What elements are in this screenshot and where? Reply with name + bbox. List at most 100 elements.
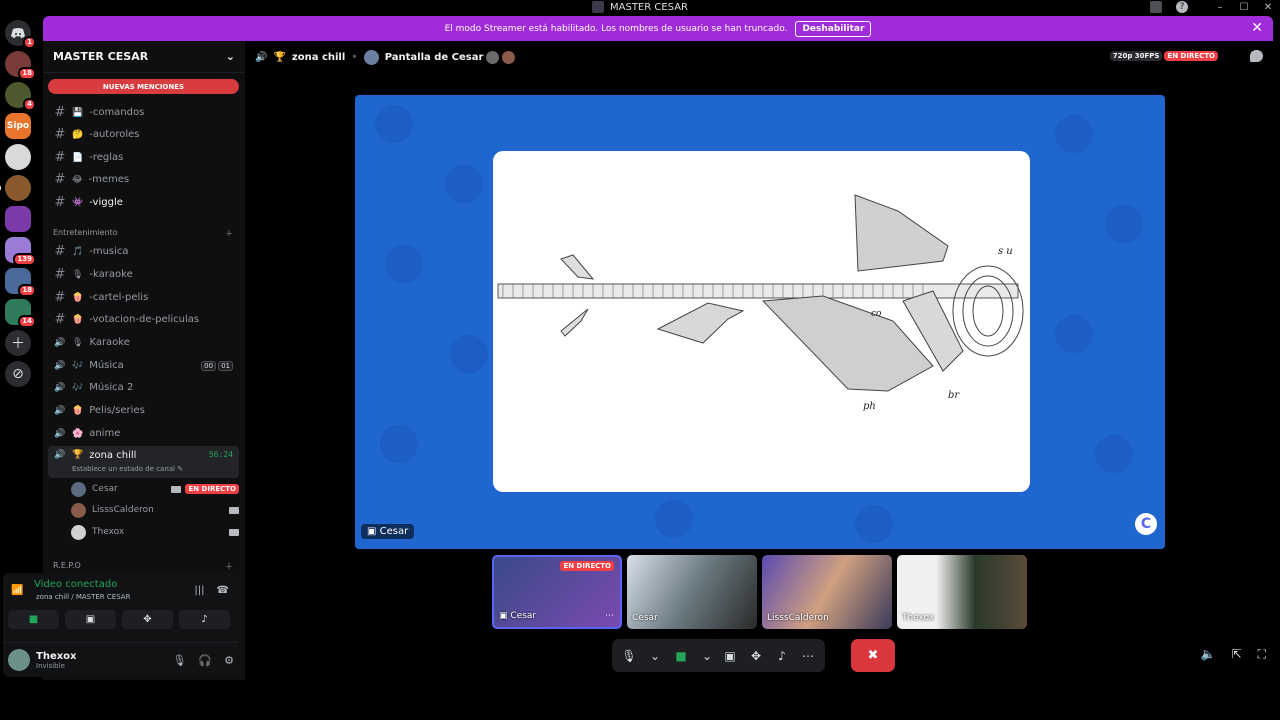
channel-item[interactable]: # 💾 -comandos xyxy=(48,102,239,123)
channel-emoji: 🎵 xyxy=(72,246,84,257)
discover-icon[interactable]: ⊘ xyxy=(5,361,31,387)
server-icon[interactable] xyxy=(0,175,31,201)
leave-call-button[interactable]: ✖ xyxy=(851,639,895,672)
screen-title: Pantalla de Cesar xyxy=(384,51,484,63)
voice-channel-item[interactable]: 🔊 🎶 Música 00 01 xyxy=(48,355,239,376)
channel-status-hint[interactable]: Establece un estado de canal ✎ xyxy=(72,465,183,473)
microphone-button[interactable]: 🎙 xyxy=(618,649,640,663)
headphones-icon[interactable]: 🎧 xyxy=(198,654,212,667)
server-icon[interactable]: Sipo xyxy=(5,113,31,139)
chat-icon[interactable] xyxy=(1250,50,1263,62)
activities-button[interactable]: ✥ xyxy=(745,649,767,663)
active-voice-channel[interactable]: 🔊 🏆 zona chill 56:24 xyxy=(48,446,239,478)
participant-name: Cesar xyxy=(632,613,658,623)
server-icon[interactable]: 18 xyxy=(5,51,36,80)
screen-share-button[interactable]: ▣ xyxy=(719,649,741,663)
server-icon[interactable]: 18 xyxy=(5,268,36,297)
add-server-icon[interactable]: ＋ xyxy=(5,330,31,356)
soundboard-button[interactable]: ♪ xyxy=(771,649,793,663)
minimize-icon[interactable]: – xyxy=(1208,2,1232,13)
voice-channel-item[interactable]: 🔊 🌸 anime xyxy=(48,423,239,444)
server-icon[interactable]: 139 xyxy=(5,237,36,266)
participant-name: ▣ Cesar xyxy=(499,611,537,621)
more-icon[interactable]: ⋯ xyxy=(605,611,614,621)
screen-share-button[interactable]: ▣ xyxy=(65,610,116,629)
server-icon[interactable]: 4 xyxy=(5,82,36,111)
channel-item[interactable]: # 🎵 -musica xyxy=(48,241,239,262)
participant-tile[interactable]: EN DIRECTO ▣ Cesar ⋯ xyxy=(492,555,622,629)
voice-user[interactable]: Cesar EN DIRECTO xyxy=(71,479,239,499)
channel-item[interactable]: # 🍿 -cartel-pelis xyxy=(48,287,239,308)
background-pattern xyxy=(655,500,693,538)
channel-label: -reglas xyxy=(89,152,124,163)
avatar xyxy=(71,524,86,540)
background-pattern xyxy=(450,335,488,373)
disable-streamer-button[interactable]: Deshabilitar xyxy=(795,20,872,37)
mic-icon[interactable]: 🎙 xyxy=(172,654,186,667)
channel-item[interactable]: # 📄 -reglas xyxy=(48,147,239,168)
voice-user[interactable]: Thexox xyxy=(71,522,239,542)
camera-icon xyxy=(171,485,182,493)
channel-item[interactable]: # 👾 -viggle xyxy=(48,192,239,213)
server-icon[interactable] xyxy=(5,144,31,170)
channel-item[interactable]: # 🤔 -autoroles xyxy=(48,124,239,145)
voice-channel-item[interactable]: 🔊 🎙 Karaoke xyxy=(48,332,239,353)
participant-tile[interactable]: Thexox xyxy=(897,555,1027,629)
svg-text:co: co xyxy=(871,309,882,319)
participant-name: LisssCalderon xyxy=(767,613,829,623)
participant-tile[interactable]: Cesar xyxy=(627,555,757,629)
hash-icon: # xyxy=(54,105,66,120)
voice-channel-item[interactable]: 🔊 🍿 Pelis/series xyxy=(48,400,239,421)
chevron-down-icon[interactable]: ⌄ xyxy=(644,649,666,663)
background-pattern xyxy=(380,425,418,463)
signal-icon[interactable]: 📶 xyxy=(11,585,25,599)
noise-suppression-icon[interactable]: ||| xyxy=(194,585,204,596)
participant-tile[interactable]: LisssCalderon xyxy=(762,555,892,629)
gear-icon[interactable]: ⚙ xyxy=(224,654,234,667)
channel-emoji: 💾 xyxy=(72,107,84,118)
channel-item[interactable]: # 😂 -memes xyxy=(48,169,239,190)
home-button[interactable]: 1 xyxy=(5,20,36,49)
inbox-icon[interactable] xyxy=(1150,1,1162,13)
new-mentions-pill[interactable]: NUEVAS MENCIONES xyxy=(48,79,239,94)
activities-button[interactable]: ✥ xyxy=(122,610,173,629)
category-entretenimiento[interactable]: Entretenimiento ＋ xyxy=(53,228,233,239)
camera-button[interactable]: ■ xyxy=(8,610,59,629)
more-options-button[interactable]: ⋯ xyxy=(797,649,819,663)
voice-channel-item[interactable]: 🔊 🎶 Música 2 xyxy=(48,377,239,398)
close-window-icon[interactable]: ✕ xyxy=(1256,2,1280,13)
background-pattern xyxy=(385,245,423,283)
disconnect-icon[interactable]: ☎ xyxy=(217,585,229,596)
channel-emoji: 📄 xyxy=(72,152,84,163)
speaker-icon: 🔊 xyxy=(54,337,66,348)
voice-user[interactable]: LisssCalderon xyxy=(71,500,239,520)
volume-icon[interactable]: 🔈 xyxy=(1201,647,1216,662)
category-repo[interactable]: R.E.P.O ＋ xyxy=(53,561,233,572)
background-pattern xyxy=(445,165,483,203)
help-icon[interactable]: ? xyxy=(1176,1,1188,13)
add-channel-icon[interactable]: ＋ xyxy=(225,561,233,572)
camera-button[interactable]: ■ xyxy=(670,649,692,663)
screen-share-stage[interactable]: s u co ph br ▣ Cesar C xyxy=(355,95,1165,549)
channel-emoji: 🌸 xyxy=(72,428,84,439)
channel-label: anime xyxy=(89,428,121,439)
channel-name: zona chill xyxy=(291,51,346,63)
add-channel-icon[interactable]: ＋ xyxy=(225,228,233,239)
server-icon[interactable]: 14 xyxy=(5,299,36,328)
category-label: Entretenimiento xyxy=(53,228,118,237)
channel-item[interactable]: # 🍿 -votacion-de-peliculas xyxy=(48,309,239,330)
soundboard-button[interactable]: ♪ xyxy=(179,610,230,629)
connection-status[interactable]: Video conectado xyxy=(34,579,117,590)
channel-label: -autoroles xyxy=(89,129,140,140)
close-banner-icon[interactable]: ✕ xyxy=(1251,20,1263,36)
channel-item[interactable]: # 🎙 -karaoke xyxy=(48,264,239,285)
server-icon[interactable] xyxy=(5,206,31,232)
speaker-icon: 🔊 xyxy=(54,405,66,416)
connection-location: zona chill / MASTER CESAR xyxy=(36,593,131,601)
avatar[interactable] xyxy=(8,649,30,671)
hash-icon: # xyxy=(54,150,66,165)
fullscreen-icon[interactable]: ⛶ xyxy=(1258,647,1266,662)
server-header[interactable]: MASTER CESAR ⌄ xyxy=(43,41,245,73)
maximize-icon[interactable]: ☐ xyxy=(1232,2,1256,13)
popout-icon[interactable]: ⇱ xyxy=(1232,647,1242,662)
